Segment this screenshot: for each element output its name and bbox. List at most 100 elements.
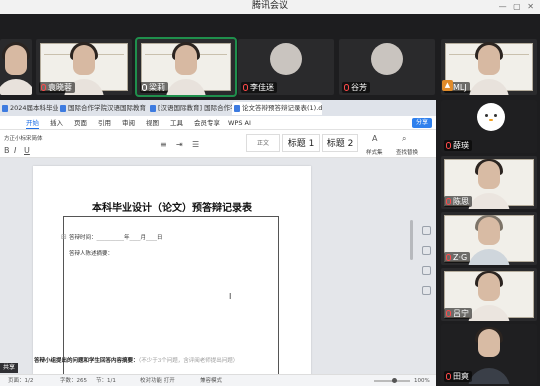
style-set-label[interactable]: 样式集: [366, 148, 383, 156]
zoom-level[interactable]: 100%: [414, 376, 430, 386]
status-words: 字数：265: [60, 378, 87, 384]
style-heading1[interactable]: 标题 1: [282, 134, 320, 152]
status-proofing[interactable]: 校对功能 打开: [140, 376, 175, 386]
document-tab-bar: 2024届本科毕业论文 国际合作学院汉语国际教育系2024届 [汉语国际教育] …: [0, 100, 436, 116]
participant-tile[interactable]: 陈思: [441, 156, 537, 209]
side-tool-icon[interactable]: [422, 266, 431, 275]
doc-tab-active[interactable]: 论文答辩预答辩记录表(1).docx✕: [232, 102, 322, 115]
indent-icon[interactable]: ⇥: [176, 140, 183, 149]
mic-muted-icon: [446, 373, 451, 380]
participant-face: [73, 45, 95, 75]
menu-reference[interactable]: 引用: [98, 118, 111, 128]
mic-muted-icon: [243, 84, 248, 91]
participant-tile[interactable]: 田爽: [441, 324, 537, 384]
menu-tools[interactable]: 工具: [170, 118, 183, 128]
text-cursor-icon: I: [229, 292, 232, 301]
participant-tile-speaking[interactable]: 梁莉: [135, 37, 237, 97]
side-tool-icon[interactable]: [422, 286, 431, 295]
mic-muted-icon: [446, 198, 451, 205]
participant-tile[interactable]: 吕宁: [441, 268, 537, 321]
share-button[interactable]: 分享: [411, 118, 432, 128]
window-title: 腾讯会议: [251, 1, 288, 11]
status-section: 节：1/1: [96, 378, 116, 384]
search-icon[interactable]: ⌕: [402, 134, 406, 144]
participant-face: [478, 45, 500, 75]
field-statement-summary: 答辩人陈述摘要：: [69, 251, 114, 257]
screen-sharer-label: 共享: [0, 363, 19, 373]
participant-tile[interactable]: 谷芳: [339, 39, 435, 95]
table-handle-icon[interactable]: ⊞: [61, 233, 67, 241]
participant-name: 袁晓蓉: [39, 82, 75, 93]
status-compat: 兼容模式: [200, 378, 223, 384]
list-icon[interactable]: ≡: [160, 140, 167, 149]
doc-tab[interactable]: 国际合作学院汉语国际教育系2024届: [58, 102, 146, 115]
style-normal[interactable]: 正文: [246, 134, 280, 152]
participant-tile[interactable]: 薛瑛: [441, 100, 537, 153]
participant-name: Z·G: [444, 252, 471, 263]
participant-column: 薛瑛 陈思 Z·G 吕宁 田爽: [436, 100, 540, 386]
record-form-table: 答辩时间：__________年____月____日 答辩人陈述摘要：: [63, 216, 279, 374]
menu-page[interactable]: 页面: [74, 118, 87, 128]
participant-tile[interactable]: MLJ: [441, 39, 537, 95]
style-set-icon[interactable]: A: [372, 134, 377, 143]
mic-muted-icon: [446, 310, 451, 317]
mic-muted-icon: [446, 254, 451, 261]
mic-icon: [142, 84, 147, 91]
participant-face: [478, 329, 500, 357]
menu-member[interactable]: 会员专享: [194, 118, 220, 128]
align-icon[interactable]: ☰: [192, 140, 199, 149]
participant-name: 田爽: [444, 371, 472, 382]
window-title-bar: 腾讯会议 — ▢ ✕: [0, 0, 540, 14]
italic-icon[interactable]: I: [14, 146, 16, 155]
menu-review[interactable]: 审阅: [122, 118, 135, 128]
doc-tab[interactable]: 2024届本科毕业论文: [0, 102, 58, 115]
status-bar: 页面：1/2 字数：265 节：1/1 校对功能 打开 兼容模式 100%: [0, 374, 436, 386]
participant-tile[interactable]: 袁晓蓉: [36, 39, 132, 95]
window-controls[interactable]: — ▢ ✕: [499, 0, 536, 13]
participant-name: 薛瑛: [444, 140, 472, 151]
ribbon-menu: 开始 插入 页面 引用 审阅 视图 工具 会员专享 WPS AI 分享: [0, 116, 436, 130]
bold-icon[interactable]: B: [4, 146, 10, 155]
participant-face: [5, 45, 27, 75]
participant-tile[interactable]: Z·G: [441, 212, 537, 265]
underline-icon[interactable]: U: [24, 146, 30, 155]
participant-face: [478, 161, 500, 189]
question-heading: 答辩小组提出的问题和学生回答内容摘要：（不少于3个问题，含评阅老师提出问题）: [34, 358, 239, 364]
menu-insert[interactable]: 插入: [50, 118, 63, 128]
participant-name: 谷芳: [342, 82, 370, 93]
menu-home[interactable]: 开始: [26, 118, 39, 129]
find-replace-label[interactable]: 查找替换: [396, 148, 418, 156]
participant-name: 梁莉: [140, 82, 168, 93]
side-tool-icon[interactable]: [422, 246, 431, 255]
participant-face: [478, 217, 500, 245]
field-defense-time: 答辩时间：__________年____月____日: [69, 235, 163, 241]
style-heading2[interactable]: 标题 2: [322, 134, 358, 152]
participant-name: 陈思: [444, 196, 472, 207]
mic-muted-icon: [41, 84, 46, 91]
formatting-ribbon: 方正小标宋简体 B I U ≡ ⇥ ☰ 正文 标题 1 标题 2 A 样式集 ⌕…: [0, 130, 436, 158]
document-canvas[interactable]: 本科毕业设计（论文）预答辩记录表 答辩时间：__________年____月__…: [0, 158, 436, 374]
participant-face: [175, 45, 197, 75]
mic-muted-icon: [344, 84, 349, 91]
participant-tile[interactable]: 李佳迷: [238, 39, 334, 95]
doc-tab[interactable]: [汉语国际教育] 国际合作学院: [148, 102, 232, 115]
font-name-select[interactable]: 方正小标宋简体: [4, 134, 43, 142]
mic-muted-icon: [446, 142, 451, 149]
vertical-scrollbar[interactable]: [410, 220, 413, 260]
host-badge-icon: ▲: [442, 80, 453, 91]
cartoon-avatar: [477, 103, 505, 131]
zoom-slider-knob[interactable]: [392, 378, 397, 383]
shared-screen[interactable]: 2024届本科毕业论文 国际合作学院汉语国际教育系2024届 [汉语国际教育] …: [0, 100, 436, 386]
avatar: [371, 43, 403, 75]
status-page: 页面：1/2: [8, 378, 34, 384]
participant-tile[interactable]: [0, 39, 32, 95]
avatar: [270, 43, 302, 75]
document-page[interactable]: 本科毕业设计（论文）预答辩记录表 答辩时间：__________年____月__…: [33, 166, 311, 374]
participant-name: 李佳迷: [241, 82, 277, 93]
menu-view[interactable]: 视图: [146, 118, 159, 128]
menu-wps-ai[interactable]: WPS AI: [228, 118, 251, 128]
participant-face: [478, 273, 500, 301]
participant-name: 吕宁: [444, 308, 472, 319]
document-title: 本科毕业设计（论文）预答辩记录表: [92, 203, 252, 214]
side-tool-icon[interactable]: [422, 226, 431, 235]
